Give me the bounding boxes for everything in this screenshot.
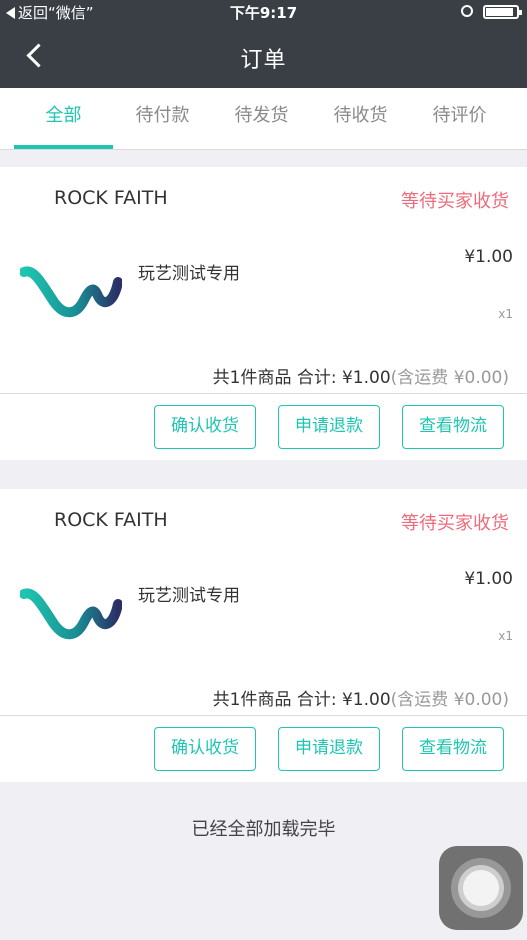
battery-icon <box>483 5 522 19</box>
top-bar: 返回“微信” 下午9:17 订单 <box>0 0 527 88</box>
request-refund-button[interactable]: 申请退款 <box>278 405 380 449</box>
alarm-icon <box>461 5 473 17</box>
order-card: ROCK FAITH 等待买家收货 玩艺测试专用 ¥1.00 x1 共1件商品 … <box>0 489 527 782</box>
order-total: 共1件商品 合计: ¥1.00 <box>212 690 391 710</box>
status-time: 下午9:17 <box>229 4 298 22</box>
tab-active-indicator <box>14 145 113 149</box>
product-price: ¥1.00 <box>464 247 513 267</box>
order-total: 共1件商品 合计: ¥1.00 <box>212 368 391 388</box>
product-name[interactable]: 玩艺测试专用 <box>138 581 240 606</box>
assistive-touch-center <box>463 870 499 906</box>
tab-label: 待发货 <box>234 105 289 126</box>
product-logo-image[interactable] <box>20 584 122 644</box>
tab-pending-review[interactable]: 待评价 <box>410 88 509 149</box>
order-summary: 共1件商品 合计: ¥1.00(含运费 ¥0.00) <box>213 685 509 710</box>
confirm-receipt-button[interactable]: 确认收货 <box>154 405 256 449</box>
shipping-fee: (含运费 ¥0.00) <box>390 690 509 710</box>
product-quantity: x1 <box>498 629 513 643</box>
order-card: ROCK FAITH 等待买家收货 玩艺测试专用 ¥1.00 x1 共1件商品 … <box>0 167 527 460</box>
order-status: 等待买家收货 <box>401 191 509 212</box>
product-price: ¥1.00 <box>464 569 513 589</box>
view-logistics-button[interactable]: 查看物流 <box>402 405 504 449</box>
order-status: 等待买家收货 <box>401 513 509 534</box>
order-tabs: 全部 待付款 待发货 待收货 待评价 <box>0 88 527 150</box>
tab-pending-payment[interactable]: 待付款 <box>113 88 212 149</box>
product-logo-image[interactable] <box>20 262 122 322</box>
product-name[interactable]: 玩艺测试专用 <box>138 259 240 284</box>
assistive-touch-button[interactable] <box>439 846 523 930</box>
page-title: 订单 <box>240 48 287 73</box>
tab-label: 待收货 <box>333 105 388 126</box>
shop-name: ROCK FAITH <box>54 187 168 209</box>
tab-pending-shipment[interactable]: 待发货 <box>212 88 311 149</box>
all-loaded-message: 已经全部加载完毕 <box>191 819 336 840</box>
request-refund-button[interactable]: 申请退款 <box>278 727 380 771</box>
product-quantity: x1 <box>498 307 513 321</box>
view-logistics-button[interactable]: 查看物流 <box>402 727 504 771</box>
shop-name: ROCK FAITH <box>54 509 168 531</box>
confirm-receipt-button[interactable]: 确认收货 <box>154 727 256 771</box>
tab-all[interactable]: 全部 <box>14 88 113 149</box>
tab-label: 待付款 <box>135 105 190 126</box>
tab-label: 待评价 <box>432 105 487 126</box>
tab-pending-receipt[interactable]: 待收货 <box>311 88 410 149</box>
divider <box>0 393 527 394</box>
shipping-fee: (含运费 ¥0.00) <box>390 368 509 388</box>
divider <box>0 715 527 716</box>
order-summary: 共1件商品 合计: ¥1.00(含运费 ¥0.00) <box>213 363 509 388</box>
status-bar: 返回“微信” 下午9:17 <box>0 0 527 24</box>
tab-label: 全部 <box>45 105 82 126</box>
